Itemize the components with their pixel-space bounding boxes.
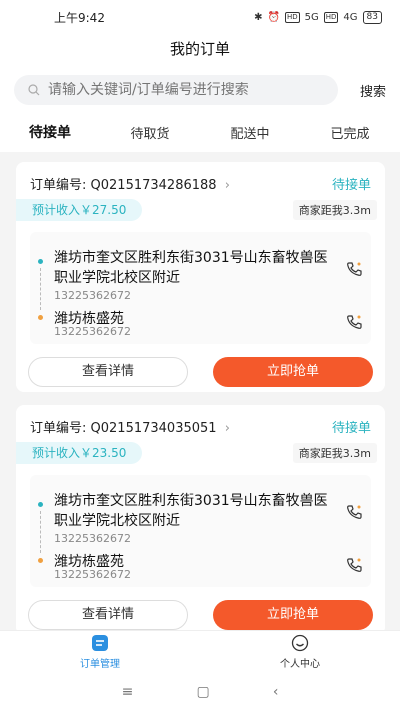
hd-badge: HD bbox=[284, 11, 300, 23]
order-status: 待接单 bbox=[331, 178, 371, 193]
merchant-distance: 商家距我3.3m bbox=[292, 443, 377, 463]
phone-call-icon[interactable] bbox=[345, 260, 363, 278]
nav-label: 订单管理 bbox=[80, 658, 120, 670]
menu-icon[interactable]: ≡ bbox=[122, 684, 134, 700]
status-icons: ✱ ⏰ HD 5G HD 4G 83 bbox=[254, 10, 382, 24]
order-number: Q02151734286188 bbox=[90, 178, 217, 193]
grab-order-button[interactable]: 立即抢单 bbox=[213, 357, 373, 387]
grab-order-button[interactable]: 立即抢单 bbox=[213, 600, 373, 630]
order-management-icon bbox=[92, 634, 108, 651]
profile-icon bbox=[291, 634, 309, 651]
view-details-button[interactable]: 查看详情 bbox=[28, 357, 188, 387]
order-card: 订单编号: Q02151734035051 › 待接单 预计收入￥23.50 商… bbox=[16, 405, 385, 635]
estimated-income: 预计收入￥23.50 bbox=[16, 442, 143, 464]
nav-order-management[interactable]: 订单管理 bbox=[0, 631, 200, 672]
order-number: Q02151734035051 bbox=[90, 421, 217, 436]
order-status: 待接单 bbox=[331, 421, 371, 436]
back-icon[interactable]: ‹ bbox=[273, 684, 279, 700]
pickup-address: 潍坊市奎文区胜利东街3031号山东畜牧兽医职业学院北校区附近 bbox=[54, 250, 328, 286]
phone-call-icon[interactable] bbox=[345, 503, 363, 521]
delivery-dot-icon bbox=[38, 558, 43, 563]
delivery-phone: 13225362672 bbox=[54, 568, 131, 581]
signal-5g-icon: 5G bbox=[304, 11, 319, 23]
order-number-label: 订单编号: bbox=[30, 178, 87, 193]
status-time: 上午9:42 bbox=[54, 10, 105, 25]
merchant-distance: 商家距我3.3m bbox=[292, 200, 377, 220]
alarm-icon: ⏰ bbox=[267, 11, 280, 23]
bluetooth-icon: ✱ bbox=[254, 11, 263, 23]
signal-4g-icon: 4G bbox=[343, 11, 358, 23]
hd-badge-2: HD bbox=[323, 11, 339, 23]
tab-completed[interactable]: 已完成 bbox=[300, 123, 400, 142]
status-bar: 上午9:42 ✱ ⏰ HD 5G HD 4G 83 bbox=[0, 0, 400, 34]
search-button[interactable]: 搜索 bbox=[360, 81, 386, 100]
nav-profile[interactable]: 个人中心 bbox=[200, 631, 400, 672]
order-number-label: 订单编号: bbox=[30, 421, 87, 436]
battery-icon: 83 bbox=[362, 10, 382, 24]
nav-label: 个人中心 bbox=[280, 658, 320, 670]
order-tabs: 待接单 待取货 配送中 已完成 bbox=[0, 112, 400, 152]
route-line bbox=[40, 268, 41, 310]
order-card: 订单编号: Q02151734286188 › 待接单 预计收入￥27.50 商… bbox=[16, 162, 385, 392]
address-box: 潍坊市奎文区胜利东街3031号山东畜牧兽医职业学院北校区附近 132253626… bbox=[30, 475, 371, 587]
search-input[interactable] bbox=[48, 82, 318, 98]
page-title: 我的订单 bbox=[0, 34, 400, 68]
delivery-phone: 13225362672 bbox=[54, 325, 131, 338]
tab-pending-accept[interactable]: 待接单 bbox=[0, 122, 100, 142]
search-box[interactable] bbox=[14, 75, 338, 105]
search-row: 搜索 bbox=[0, 68, 400, 112]
chevron-right-icon: › bbox=[224, 421, 230, 436]
estimated-income: 预计收入￥27.50 bbox=[16, 199, 143, 221]
home-icon[interactable]: ▢ bbox=[196, 684, 209, 700]
pickup-address: 潍坊市奎文区胜利东街3031号山东畜牧兽医职业学院北校区附近 bbox=[54, 493, 328, 529]
phone-call-icon[interactable] bbox=[345, 313, 363, 331]
chevron-right-icon: › bbox=[224, 178, 230, 193]
order-number-row[interactable]: 订单编号: Q02151734286188 › bbox=[30, 174, 230, 193]
address-box: 潍坊市奎文区胜利东街3031号山东畜牧兽医职业学院北校区附近 132253626… bbox=[30, 232, 371, 344]
search-icon bbox=[28, 84, 40, 96]
system-nav-bar: ≡ ▢ ‹ bbox=[0, 672, 400, 711]
pickup-phone: 13225362672 bbox=[54, 289, 131, 302]
route-line bbox=[40, 511, 41, 553]
pickup-dot-icon bbox=[38, 259, 43, 264]
pickup-dot-icon bbox=[38, 502, 43, 507]
bottom-nav: 订单管理 个人中心 bbox=[0, 630, 400, 672]
tab-pending-pickup[interactable]: 待取货 bbox=[100, 123, 200, 142]
tab-delivering[interactable]: 配送中 bbox=[200, 123, 300, 142]
pickup-phone: 13225362672 bbox=[54, 532, 131, 545]
delivery-dot-icon bbox=[38, 315, 43, 320]
view-details-button[interactable]: 查看详情 bbox=[28, 600, 188, 630]
order-number-row[interactable]: 订单编号: Q02151734035051 › bbox=[30, 417, 230, 436]
phone-call-icon[interactable] bbox=[345, 556, 363, 574]
